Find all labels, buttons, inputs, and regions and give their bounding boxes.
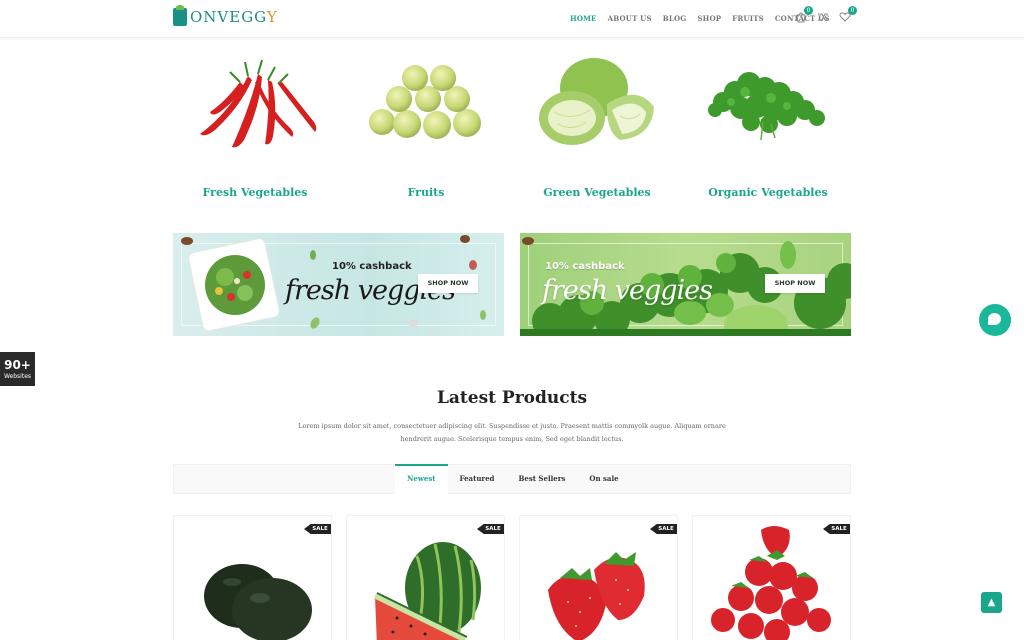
scroll-to-top-icon[interactable]: ▲ (981, 592, 1002, 613)
nav-shop[interactable]: SHOP (697, 14, 721, 23)
nav-about-us[interactable]: ABOUT US (608, 14, 652, 23)
coriander-leaves-image (708, 72, 825, 141)
category-label[interactable]: Fruits (341, 186, 511, 199)
section-title: Latest Products (436, 388, 588, 408)
tab-featured[interactable]: Featured (448, 464, 507, 494)
websites-count: 90+ (4, 358, 31, 372)
chili-pepper-image (200, 59, 317, 148)
websites-label: Websites (3, 373, 32, 380)
main-nav: HOME ABOUT US BLOG SHOP FRUITS CONTACT U… (570, 14, 830, 23)
watermelon-slice-image (373, 542, 481, 640)
category-organic-vegetables[interactable]: Organic Vegetables (683, 52, 853, 204)
shop-now-button[interactable]: SHOP NOW (765, 274, 825, 293)
category-fruits[interactable]: Fruits (341, 52, 511, 204)
nav-home[interactable]: HOME (570, 14, 597, 23)
tab-best-sellers[interactable]: Best Sellers (506, 464, 577, 494)
tab-newest[interactable]: Newest (395, 464, 448, 494)
banner-script-title: fresh veggies (542, 275, 713, 306)
site-logo[interactable]: ONVEGGY (173, 5, 278, 26)
compare-shuffle-icon[interactable] (817, 11, 829, 23)
chat-bubble-icon[interactable] (979, 304, 1011, 336)
banner-cashback-text: 10% cashback (545, 261, 625, 272)
strawberries-pair-image (548, 552, 645, 640)
banner-cashback-text: 10% cashback (332, 261, 412, 272)
cart-icon[interactable]: 0 (795, 6, 813, 23)
category-label[interactable]: Fresh Vegetables (170, 186, 340, 199)
strawberries-pile-image (711, 526, 831, 640)
product-card[interactable]: SALE (173, 515, 332, 640)
cabbage-image (539, 58, 654, 145)
header-icons: 0 0 (795, 6, 857, 23)
section-description: Lorem ipsum dolor sit amet, consectetuer… (298, 422, 726, 443)
gooseberry-fruits-image (369, 65, 481, 139)
category-green-vegetables[interactable]: Green Vegetables (512, 52, 682, 204)
wishlist-heart-icon[interactable]: 0 (839, 6, 857, 23)
watermelons-whole-image (204, 564, 312, 640)
promo-banner-greens[interactable]: 10% cashback fresh veggies SHOP NOW (520, 233, 851, 336)
category-fresh-vegetables[interactable]: Fresh Vegetables (170, 52, 340, 204)
promo-banner-salad[interactable]: 10% cashback fresh veggies SHOP NOW (173, 233, 504, 336)
websites-count-badge[interactable]: 90+ Websites (0, 352, 35, 386)
product-card[interactable]: SALE (346, 515, 505, 640)
nav-blog[interactable]: BLOG (663, 14, 687, 23)
category-label[interactable]: Green Vegetables (512, 186, 682, 199)
site-header: ONVEGGY HOME ABOUT US BLOG SHOP FRUITS C… (0, 0, 1024, 38)
logo-text: ONVEGGY (190, 8, 278, 26)
product-card[interactable]: SALE (519, 515, 678, 640)
cart-count-badge: 0 (804, 6, 813, 15)
nav-fruits[interactable]: FRUITS (732, 14, 764, 23)
tab-on-sale[interactable]: On sale (577, 464, 630, 494)
logo-basket-icon (173, 5, 187, 26)
category-label[interactable]: Organic Vegetables (683, 186, 853, 199)
product-tabs: Newest Featured Best Sellers On sale (395, 464, 631, 494)
wishlist-count-badge: 0 (848, 6, 857, 15)
product-card[interactable]: SALE (692, 515, 851, 640)
shop-now-button[interactable]: SHOP NOW (418, 274, 478, 293)
